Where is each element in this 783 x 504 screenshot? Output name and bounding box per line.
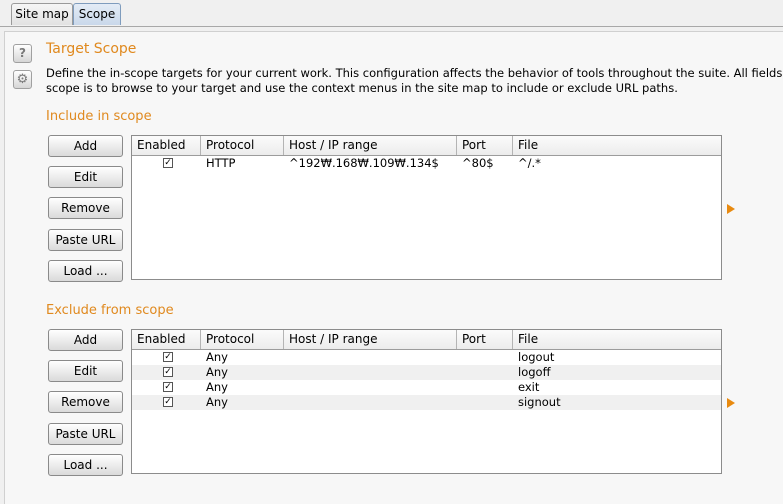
- cell-host: [284, 350, 457, 365]
- tab-bar: Site map Scope: [0, 0, 783, 27]
- include-remove-button[interactable]: Remove: [48, 197, 123, 219]
- exclude-load-button[interactable]: Load ...: [48, 454, 123, 476]
- enabled-checkbox[interactable]: ✓: [163, 397, 173, 407]
- cell-port: ^80$: [462, 156, 494, 170]
- cell-port: [457, 365, 513, 380]
- page-title: Target Scope: [46, 41, 137, 57]
- cell-file: signout: [518, 395, 561, 409]
- table-row[interactable]: ✓ HTTP ^192₩.168₩.109₩.134$ ^80$ ^/.*: [132, 156, 721, 171]
- include-heading: Include in scope: [46, 109, 152, 124]
- tab-site-map[interactable]: Site map: [11, 3, 73, 25]
- cell-protocol: Any: [206, 395, 228, 409]
- include-add-button[interactable]: Add: [48, 135, 123, 157]
- exclude-paste-url-button[interactable]: Paste URL: [48, 423, 123, 445]
- cell-file: ^/.*: [518, 156, 541, 170]
- tab-scope[interactable]: Scope: [73, 3, 121, 25]
- gear-icon[interactable]: ⚙: [13, 70, 32, 89]
- include-table-header: Enabled Protocol Host / IP range Port Fi…: [132, 136, 721, 156]
- col-file[interactable]: File: [513, 330, 721, 349]
- enabled-checkbox[interactable]: ✓: [163, 367, 173, 377]
- cell-protocol: HTTP: [206, 156, 236, 170]
- cell-host: [284, 395, 457, 410]
- help-icon[interactable]: ?: [13, 44, 32, 63]
- exclude-remove-button[interactable]: Remove: [48, 391, 123, 413]
- col-enabled[interactable]: Enabled: [132, 136, 201, 155]
- table-row[interactable]: ✓ Any exit: [132, 380, 721, 395]
- cell-port: [457, 380, 513, 395]
- col-protocol[interactable]: Protocol: [201, 330, 284, 349]
- cell-host: [284, 365, 457, 380]
- exclude-table[interactable]: Enabled Protocol Host / IP range Port Fi…: [131, 329, 722, 474]
- enabled-checkbox[interactable]: ✓: [163, 382, 173, 392]
- table-row[interactable]: ✓ Any logout: [132, 350, 721, 365]
- cell-file: logoff: [518, 365, 551, 379]
- cell-port: [457, 395, 513, 410]
- cell-protocol: Any: [206, 350, 228, 364]
- cell-port: [457, 350, 513, 365]
- cell-protocol: Any: [206, 365, 228, 379]
- exclude-edit-button[interactable]: Edit: [48, 360, 123, 382]
- include-expand-arrow-icon[interactable]: [727, 204, 735, 214]
- col-enabled[interactable]: Enabled: [132, 330, 201, 349]
- description: Define the in-scope targets for your cur…: [46, 66, 783, 96]
- col-protocol[interactable]: Protocol: [201, 136, 284, 155]
- cell-host: [284, 380, 457, 395]
- exclude-expand-arrow-icon[interactable]: [727, 398, 735, 408]
- cell-file: logout: [518, 350, 555, 364]
- cell-protocol: Any: [206, 380, 228, 394]
- col-host[interactable]: Host / IP range: [284, 136, 457, 155]
- include-paste-url-button[interactable]: Paste URL: [48, 229, 123, 251]
- exclude-heading: Exclude from scope: [46, 303, 174, 318]
- include-table[interactable]: Enabled Protocol Host / IP range Port Fi…: [131, 135, 722, 280]
- cell-file: exit: [518, 380, 540, 394]
- col-port[interactable]: Port: [457, 330, 513, 349]
- description-line-1: Define the in-scope targets for your cur…: [46, 66, 783, 80]
- col-port[interactable]: Port: [457, 136, 513, 155]
- exclude-add-button[interactable]: Add: [48, 329, 123, 351]
- cell-host: ^192₩.168₩.109₩.134$: [289, 156, 439, 170]
- exclude-table-header: Enabled Protocol Host / IP range Port Fi…: [132, 330, 721, 350]
- description-line-2: scope is to browse to your target and us…: [46, 81, 678, 95]
- include-edit-button[interactable]: Edit: [48, 166, 123, 188]
- enabled-checkbox[interactable]: ✓: [163, 158, 173, 168]
- col-host[interactable]: Host / IP range: [284, 330, 457, 349]
- col-file[interactable]: File: [513, 136, 721, 155]
- table-row[interactable]: ✓ Any signout: [132, 395, 721, 410]
- include-load-button[interactable]: Load ...: [48, 260, 123, 282]
- enabled-checkbox[interactable]: ✓: [163, 352, 173, 362]
- table-row[interactable]: ✓ Any logoff: [132, 365, 721, 380]
